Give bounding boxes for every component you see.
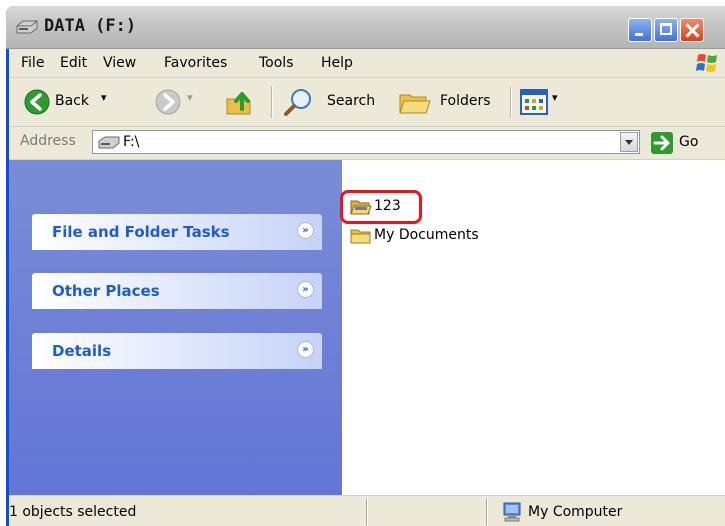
file-name: My Documents (374, 227, 479, 243)
panel-title: File and Folder Tasks (52, 223, 230, 241)
chevron-down-icon[interactable]: » (297, 222, 314, 239)
address-input[interactable]: F:\ (92, 130, 640, 154)
panel-title: Details (52, 342, 112, 360)
menu-file[interactable]: File (21, 55, 44, 71)
menu-favorites[interactable]: Favorites (164, 55, 227, 71)
file-list: 123 My Documents (340, 160, 725, 495)
maximize-button[interactable] (654, 18, 678, 42)
toolbar-separator (271, 86, 273, 118)
my-computer-icon (503, 502, 521, 522)
status-text: 1 objects selected (9, 504, 137, 520)
go-button[interactable]: Go (679, 134, 698, 150)
search-label[interactable]: Search (327, 93, 375, 109)
folder-icon (350, 229, 371, 244)
status-zone-label: My Computer (528, 504, 623, 520)
menu-tools[interactable]: Tools (259, 55, 294, 71)
chevron-down-icon[interactable]: » (297, 341, 314, 358)
details-panel[interactable]: Details » (32, 333, 322, 369)
minimize-button[interactable] (628, 18, 652, 42)
address-label: Address (20, 133, 76, 149)
back-label[interactable]: Back (55, 93, 89, 109)
other-places-panel[interactable]: Other Places » (32, 273, 322, 309)
views-icon[interactable] (520, 89, 548, 115)
search-icon[interactable] (283, 86, 315, 118)
panel-title: Other Places (52, 282, 160, 300)
status-divider (366, 499, 368, 525)
back-arrow-icon[interactable] (24, 89, 50, 115)
drive-icon (98, 136, 120, 149)
task-pane: File and Folder Tasks » Other Places » D… (9, 160, 342, 495)
views-dropdown-icon[interactable]: ▾ (552, 91, 558, 104)
forward-dropdown-icon[interactable]: ▾ (187, 91, 193, 104)
explorer-window: DATA (F:) File Edit View Favorites Tools… (6, 6, 725, 526)
go-arrow-icon[interactable] (651, 132, 673, 154)
windows-logo-icon (696, 54, 717, 72)
up-folder-icon[interactable] (224, 87, 254, 117)
back-dropdown-icon[interactable]: ▾ (101, 91, 107, 104)
toolbar-separator (510, 86, 512, 118)
forward-arrow-icon[interactable] (155, 89, 181, 115)
title-bar[interactable]: DATA (F:) (6, 6, 725, 49)
status-bar: 1 objects selected My Computer (9, 495, 725, 526)
toolbar: Back ▾ ▾ Search Folders ▾ (9, 78, 725, 127)
folders-icon[interactable] (398, 87, 432, 117)
close-button[interactable] (680, 18, 704, 42)
menu-edit[interactable]: Edit (60, 55, 87, 71)
menu-help[interactable]: Help (321, 55, 353, 71)
folders-label[interactable]: Folders (440, 93, 491, 109)
status-divider (486, 499, 488, 525)
window-title: DATA (F:) (44, 16, 137, 36)
drive-icon (16, 20, 38, 34)
chevron-down-icon[interactable]: » (297, 281, 314, 298)
menu-bar: File Edit View Favorites Tools Help (9, 49, 725, 78)
address-value: F:\ (123, 134, 140, 150)
selection-highlight (340, 190, 422, 224)
address-bar: Address F:\ Go (9, 127, 725, 160)
address-dropdown-button[interactable] (620, 132, 638, 152)
menu-view[interactable]: View (103, 55, 136, 71)
file-folder-tasks-panel[interactable]: File and Folder Tasks » (32, 214, 322, 250)
